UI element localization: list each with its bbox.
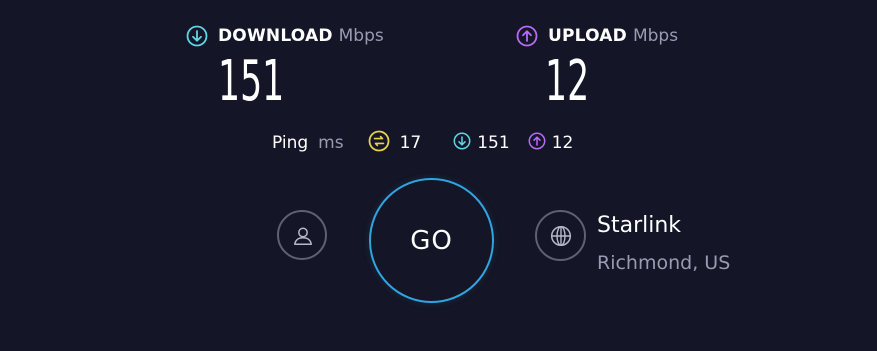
download-unit: Mbps <box>338 26 384 46</box>
ping-download: 151 <box>453 132 510 154</box>
upload-value: 12 <box>545 49 590 114</box>
speedtest-panel: DOWNLOAD Mbps 151 UPLOAD Mbps 12 Ping ms <box>0 0 877 351</box>
download-label: DOWNLOAD <box>218 26 333 46</box>
idle-latency-icon <box>368 130 390 156</box>
upload-header: UPLOAD Mbps <box>516 22 678 50</box>
server-name: Starlink <box>597 213 682 238</box>
upload-latency-icon <box>528 132 546 154</box>
upload-metric: UPLOAD Mbps 12 <box>516 22 678 110</box>
download-arrow-icon <box>186 25 208 47</box>
server-info[interactable]: Starlink Richmond, US <box>597 212 730 276</box>
ping-download-value: 151 <box>477 133 510 153</box>
upload-arrow-icon <box>516 25 538 47</box>
download-metric: DOWNLOAD Mbps 151 <box>186 22 384 110</box>
ping-upload: 12 <box>528 132 574 154</box>
server-location: Richmond, US <box>597 252 731 274</box>
go-button-label: GO <box>410 225 453 256</box>
ping-row: Ping ms 17 151 12 <box>272 130 573 156</box>
download-value: 151 <box>218 49 285 114</box>
ping-idle-value: 17 <box>399 133 422 153</box>
globe-icon <box>550 225 572 247</box>
download-header: DOWNLOAD Mbps <box>186 22 384 50</box>
download-latency-icon <box>453 132 471 154</box>
user-icon <box>294 227 312 245</box>
change-server-button[interactable] <box>535 210 586 261</box>
profile-button[interactable] <box>277 210 327 260</box>
upload-unit: Mbps <box>632 26 679 46</box>
go-button[interactable]: GO <box>369 178 494 303</box>
upload-label: UPLOAD <box>548 26 627 46</box>
ping-upload-value: 12 <box>551 133 574 153</box>
ping-unit: ms <box>318 133 344 153</box>
ping-idle: 17 <box>368 130 422 156</box>
ping-label: Ping <box>272 133 309 153</box>
